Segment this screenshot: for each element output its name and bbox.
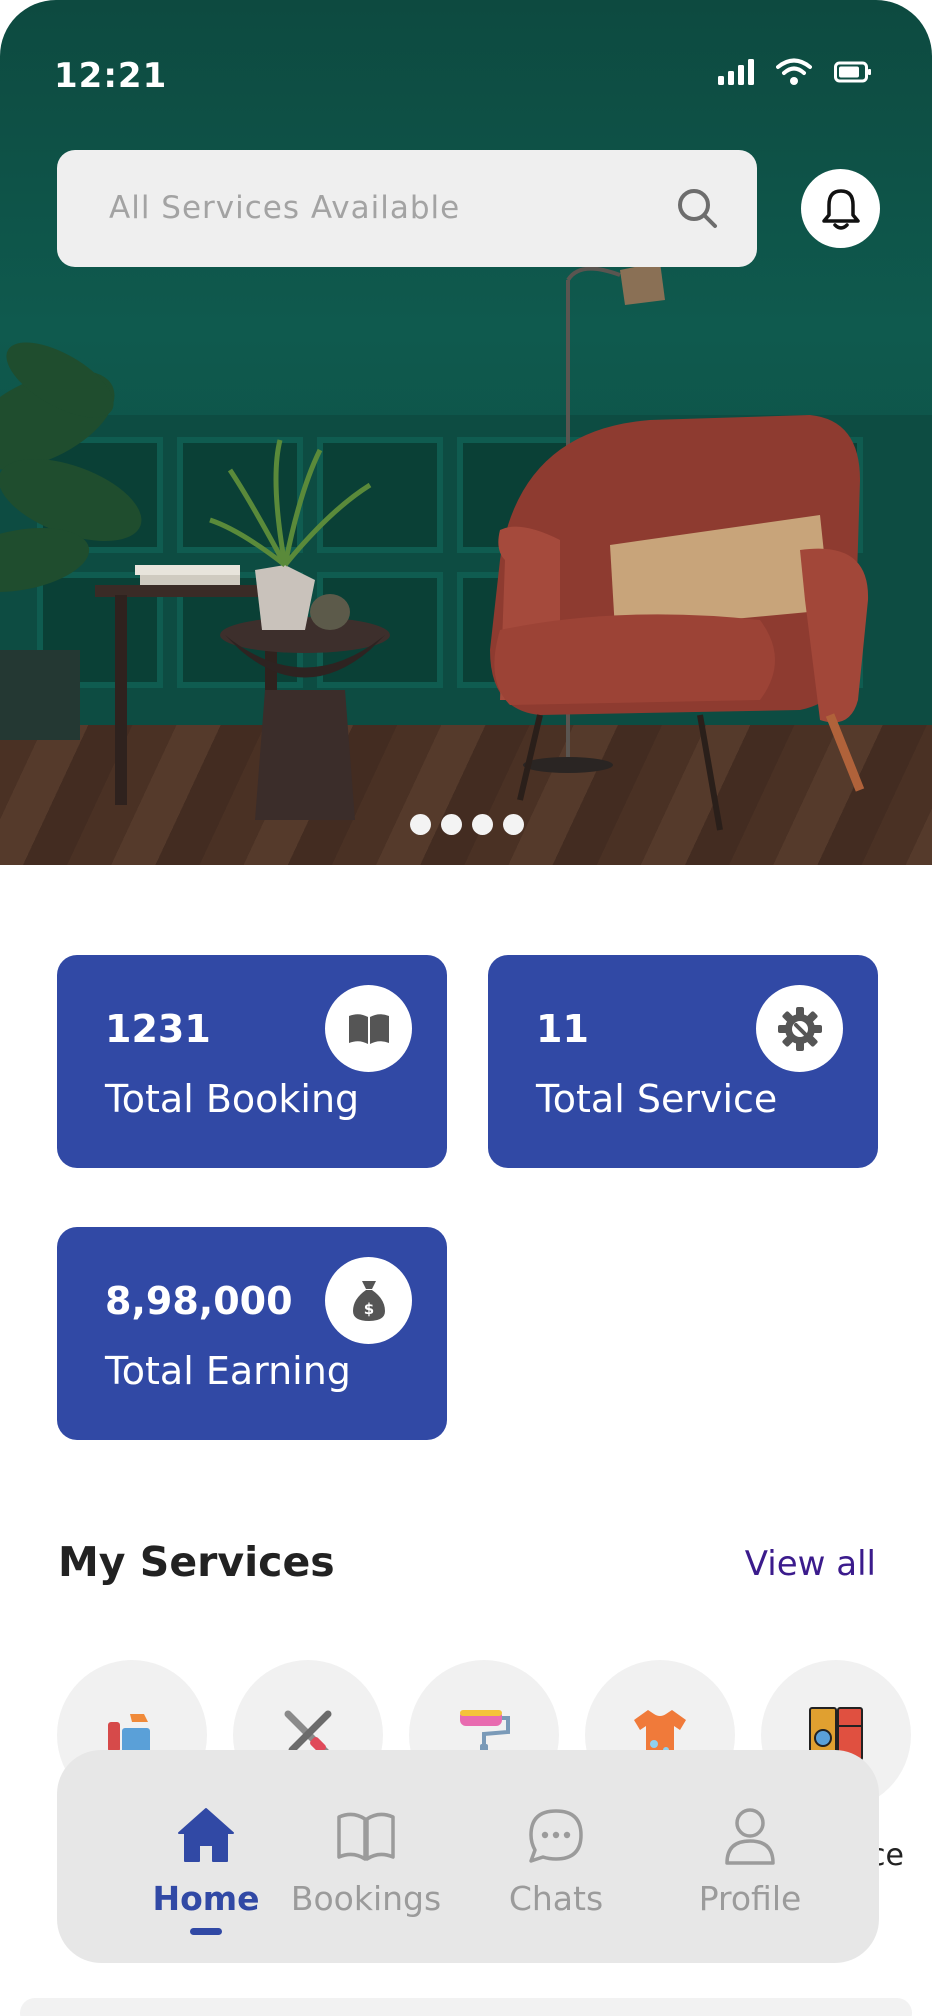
stat-icon-circle bbox=[325, 985, 412, 1072]
hero-banner[interactable]: 12:21 All Services Available bbox=[0, 0, 932, 865]
search-icon[interactable] bbox=[675, 186, 719, 230]
nav-item-home[interactable]: Home bbox=[121, 1805, 291, 1935]
nav-label: Home bbox=[152, 1879, 260, 1918]
wifi-icon bbox=[776, 58, 812, 85]
bottom-navigation: Home Bookings Chats Profile bbox=[57, 1750, 879, 1963]
nav-item-profile[interactable]: Profile bbox=[665, 1805, 835, 1918]
section-title-my-services: My Services bbox=[58, 1538, 335, 1586]
battery-icon bbox=[834, 61, 871, 83]
nav-item-bookings[interactable]: Bookings bbox=[281, 1805, 451, 1918]
carousel-dot[interactable] bbox=[441, 814, 462, 835]
status-icons bbox=[718, 58, 872, 86]
notification-button[interactable] bbox=[801, 169, 880, 248]
profile-icon bbox=[725, 1808, 775, 1865]
nav-label: Chats bbox=[508, 1879, 604, 1918]
nav-label: Profile bbox=[698, 1879, 802, 1918]
bell-icon bbox=[821, 188, 860, 230]
search-placeholder: All Services Available bbox=[109, 190, 461, 226]
signal-icon bbox=[718, 59, 754, 85]
nav-item-chats[interactable]: Chats bbox=[471, 1805, 641, 1918]
stat-card-total-earning[interactable]: 8,98,000 Total Earning $ bbox=[57, 1227, 447, 1440]
stat-icon-circle: $ bbox=[325, 1257, 412, 1344]
stat-card-total-service[interactable]: 11 Total Service bbox=[488, 955, 878, 1168]
search-bar[interactable]: All Services Available bbox=[57, 150, 757, 267]
stat-value: 11 bbox=[536, 1007, 589, 1051]
carousel-dot[interactable] bbox=[410, 814, 431, 835]
stat-icon-circle bbox=[756, 985, 843, 1072]
stat-value: 1231 bbox=[105, 1007, 211, 1051]
nav-label: Bookings bbox=[290, 1879, 442, 1918]
screen: 12:21 All Services Available 1231 Total … bbox=[0, 0, 932, 2016]
chat-icon bbox=[529, 1809, 583, 1863]
svg-text:$: $ bbox=[363, 1300, 373, 1318]
stat-card-total-booking[interactable]: 1231 Total Booking bbox=[57, 955, 447, 1168]
active-indicator bbox=[190, 1928, 222, 1935]
money-bag-icon: $ bbox=[352, 1280, 385, 1321]
carousel-dot[interactable] bbox=[472, 814, 493, 835]
book-icon bbox=[348, 1013, 389, 1044]
stat-value: 8,98,000 bbox=[105, 1279, 293, 1323]
carousel-dot[interactable] bbox=[503, 814, 524, 835]
home-icon bbox=[178, 1808, 234, 1862]
status-time: 12:21 bbox=[54, 56, 168, 96]
stat-label: Total Booking bbox=[105, 1077, 360, 1121]
book-icon bbox=[337, 1812, 395, 1861]
status-bar: 12:21 bbox=[0, 0, 932, 150]
stat-label: Total Earning bbox=[105, 1349, 351, 1393]
view-all-link[interactable]: View all bbox=[745, 1544, 876, 1584]
gear-icon bbox=[777, 1006, 822, 1051]
home-indicator-strip bbox=[20, 1998, 912, 2016]
carousel-dots bbox=[410, 814, 524, 835]
stat-label: Total Service bbox=[536, 1077, 778, 1121]
